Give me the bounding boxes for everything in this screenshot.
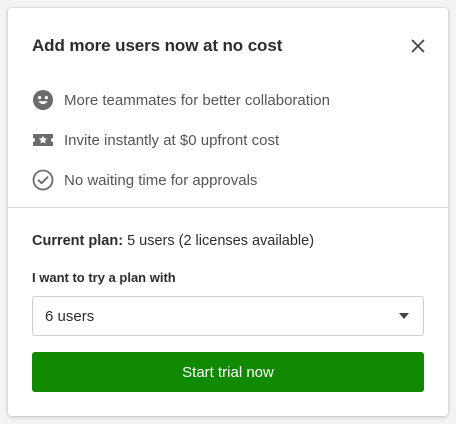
dialog-title: Add more users now at no cost [32,36,283,55]
section-divider [8,207,448,208]
feature-item: More teammates for better collaboration [32,80,424,120]
current-plan-label: Current plan: [32,233,124,249]
current-plan: Current plan: 5 users (2 licenses availa… [32,233,314,249]
ticket-star-icon [32,129,54,151]
plan-select[interactable]: 6 users [32,296,424,336]
feature-list: More teammates for better collaboration … [32,80,424,200]
start-trial-button[interactable]: Start trial now [32,352,424,392]
smiley-face-icon [32,89,54,111]
close-icon [411,39,425,53]
feature-item: Invite instantly at $0 upfront cost [32,120,424,160]
check-circle-icon [32,169,54,191]
feature-text: More teammates for better collaboration [64,91,330,109]
feature-item: No waiting time for approvals [32,160,424,200]
current-plan-value: 5 users (2 licenses available) [127,233,315,249]
caret-down-icon [399,313,409,319]
plan-select-label: I want to try a plan with [32,270,176,285]
dialog-header: Add more users now at no cost [32,34,428,58]
plan-select-value: 6 users [45,307,95,325]
add-users-dialog: Add more users now at no cost More teamm… [8,8,448,416]
feature-text: No waiting time for approvals [64,171,258,189]
close-button[interactable] [406,34,430,58]
feature-text: Invite instantly at $0 upfront cost [64,131,280,149]
